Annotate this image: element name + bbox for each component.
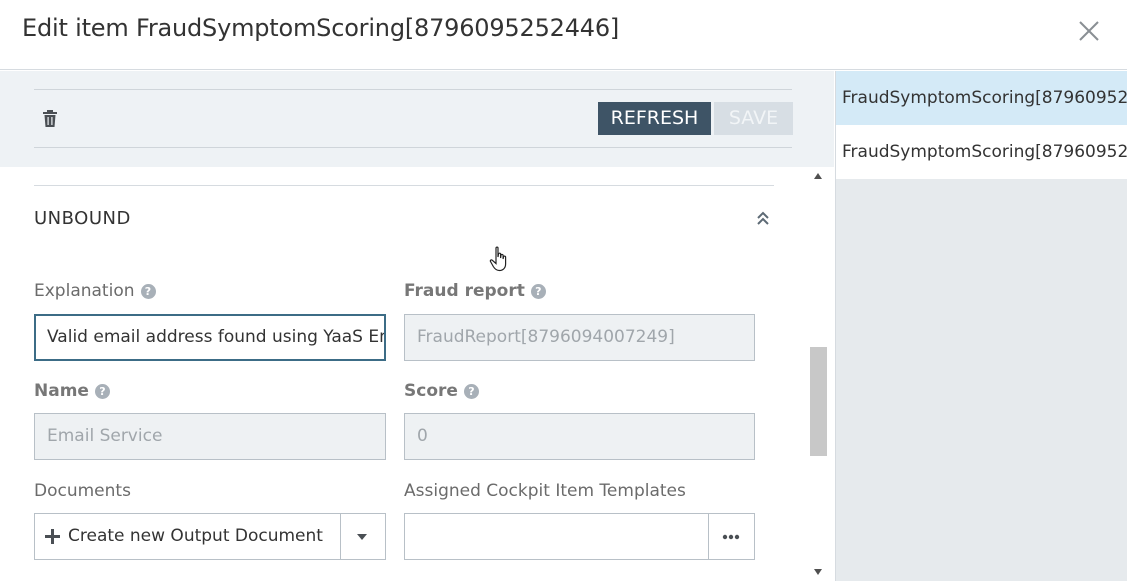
dropdown-caret-icon[interactable] — [356, 533, 368, 541]
fraud-report-label: Fraud report? — [404, 281, 546, 301]
templates-selector — [404, 513, 755, 560]
hand-cursor-icon — [489, 246, 507, 272]
create-document-button[interactable]: Create new Output Document — [35, 514, 340, 559]
split-divider — [340, 514, 341, 559]
score-field: 0 — [404, 413, 755, 460]
explanation-label-text: Explanation — [34, 281, 135, 301]
documents-label: Documents — [34, 481, 131, 501]
fraud-report-label-text: Fraud report — [404, 281, 525, 301]
explanation-label: Explanation? — [34, 281, 156, 301]
plus-icon — [45, 529, 60, 544]
templates-input[interactable] — [405, 514, 708, 559]
help-icon[interactable]: ? — [530, 284, 546, 299]
scroll-down-icon[interactable] — [813, 568, 823, 576]
scroll-up-icon[interactable] — [813, 172, 823, 180]
item-list-panel: FraudSymptomScoring[87960952... FraudSym… — [835, 71, 1127, 581]
close-icon[interactable] — [1076, 18, 1102, 44]
trash-icon[interactable] — [42, 110, 58, 128]
fraud-report-field: FraudReport[8796094007249] — [404, 314, 755, 361]
documents-selector: Create new Output Document — [34, 513, 386, 560]
section-title: UNBOUND — [34, 208, 131, 229]
section-divider — [34, 185, 774, 186]
score-label-text: Score — [404, 381, 458, 401]
list-item[interactable]: FraudSymptomScoring[87960952... — [836, 71, 1127, 125]
templates-label: Assigned Cockpit Item Templates — [404, 481, 686, 501]
toolbar: REFRESH SAVE — [0, 71, 834, 167]
name-field: Email Service — [34, 413, 386, 460]
double-chevron-up-icon[interactable] — [755, 210, 771, 226]
create-document-label: Create new Output Document — [68, 526, 323, 546]
list-item[interactable]: FraudSymptomScoring[87960952... — [836, 125, 1127, 179]
dialog-header: Edit item FraudSymptomScoring[8796095252… — [0, 0, 1127, 70]
scrollbar-thumb[interactable] — [810, 347, 827, 456]
score-label: Score? — [404, 381, 479, 401]
help-icon[interactable]: ? — [94, 384, 110, 399]
explanation-input[interactable]: Valid email address found using YaaS Ema… — [34, 314, 386, 361]
help-icon[interactable]: ? — [140, 284, 156, 299]
toolbar-divider — [34, 147, 792, 148]
name-label-text: Name — [34, 381, 89, 401]
save-button[interactable]: SAVE — [714, 102, 793, 135]
dialog-title: Edit item FraudSymptomScoring[8796095252… — [22, 14, 620, 42]
refresh-button[interactable]: REFRESH — [598, 102, 711, 135]
split-divider — [708, 514, 709, 559]
editor-panel: REFRESH SAVE UNBOUND Explanation? Valid … — [0, 71, 834, 581]
help-icon[interactable]: ? — [463, 384, 479, 399]
toolbar-divider — [34, 89, 792, 90]
more-icon[interactable] — [722, 534, 740, 540]
name-label: Name? — [34, 381, 110, 401]
